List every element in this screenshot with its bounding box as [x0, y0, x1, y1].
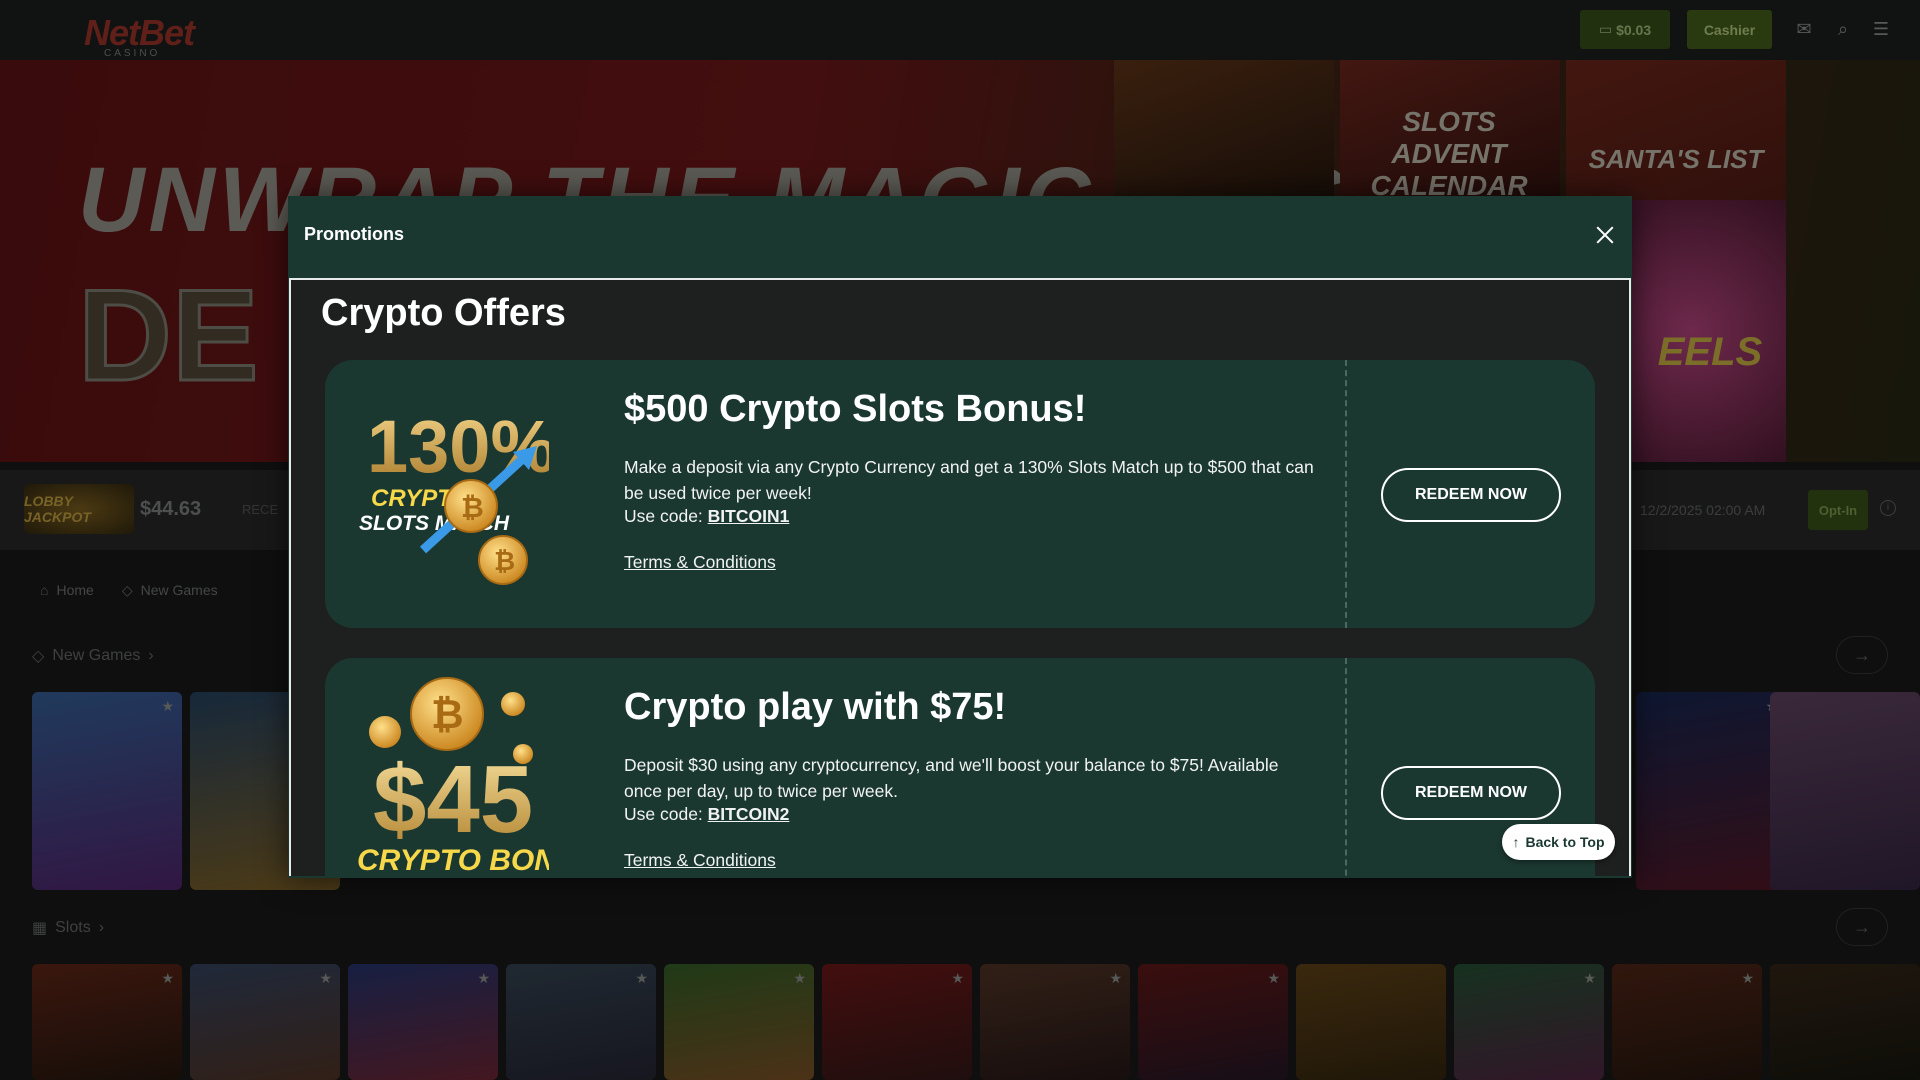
- back-to-top-button[interactable]: ↑ Back to Top: [1502, 824, 1615, 860]
- offer-2-image: ₿ $45 CRYPTO BONUS: [353, 674, 598, 876]
- crypto-slots-match-graphic: 130% CRYPTO SLOTS MATCH ₿ ₿: [359, 405, 556, 585]
- offer-title: Crypto play with $75!: [624, 686, 1007, 728]
- back-to-top-label: Back to Top: [1525, 834, 1605, 850]
- offer-code-line: Use code: BITCOIN1: [624, 506, 789, 527]
- offer-code-prefix: Use code:: [624, 804, 708, 824]
- offer-code[interactable]: BITCOIN2: [708, 804, 790, 824]
- svg-text:₿: ₿: [431, 693, 464, 737]
- redeem-button[interactable]: REDEEM NOW: [1381, 766, 1561, 820]
- offer-card: 130% CRYPTO SLOTS MATCH ₿ ₿ $500 Crypto …: [325, 360, 1595, 628]
- offer-1-image: 130% CRYPTO SLOTS MATCH ₿ ₿: [353, 390, 556, 590]
- redeem-button[interactable]: REDEEM NOW: [1381, 468, 1561, 522]
- offer-2-image-small: CRYPTO BONUS: [357, 844, 549, 876]
- terms-link[interactable]: Terms & Conditions: [624, 552, 776, 573]
- arrow-up-icon: ↑: [1512, 834, 1520, 850]
- promotions-modal: Promotions Crypto Offers 130% CRYPTO SLO…: [288, 196, 1632, 878]
- terms-link[interactable]: Terms & Conditions: [624, 850, 776, 871]
- svg-text:₿: ₿: [461, 492, 484, 523]
- offer-description: Deposit $30 using any cryptocurrency, an…: [624, 755, 1279, 801]
- crypto-bonus-graphic: ₿ $45 CRYPTO BONUS: [357, 677, 598, 876]
- offer-card: ₿ $45 CRYPTO BONUS Crypto play with $75!…: [325, 658, 1595, 876]
- offer-divider: [1345, 658, 1347, 876]
- offer-1-image-big: 130%: [367, 405, 549, 488]
- offer-2-image-big: $45: [373, 746, 533, 853]
- close-icon[interactable]: [1590, 220, 1620, 250]
- offer-divider: [1345, 360, 1347, 628]
- offer-title: $500 Crypto Slots Bonus!: [624, 388, 1087, 430]
- offer-code[interactable]: BITCOIN1: [708, 506, 790, 526]
- modal-title: Promotions: [304, 224, 405, 244]
- offers-heading: Crypto Offers: [321, 292, 566, 334]
- offer-description: Make a deposit via any Crypto Currency a…: [624, 457, 1314, 503]
- modal-body[interactable]: Crypto Offers 130% CRYPTO SLOTS MATCH ₿ …: [289, 278, 1631, 876]
- svg-text:₿: ₿: [494, 546, 515, 576]
- modal-header: Promotions: [288, 196, 1632, 278]
- offer-code-line: Use code: BITCOIN2: [624, 804, 789, 825]
- offer-code-prefix: Use code:: [624, 506, 708, 526]
